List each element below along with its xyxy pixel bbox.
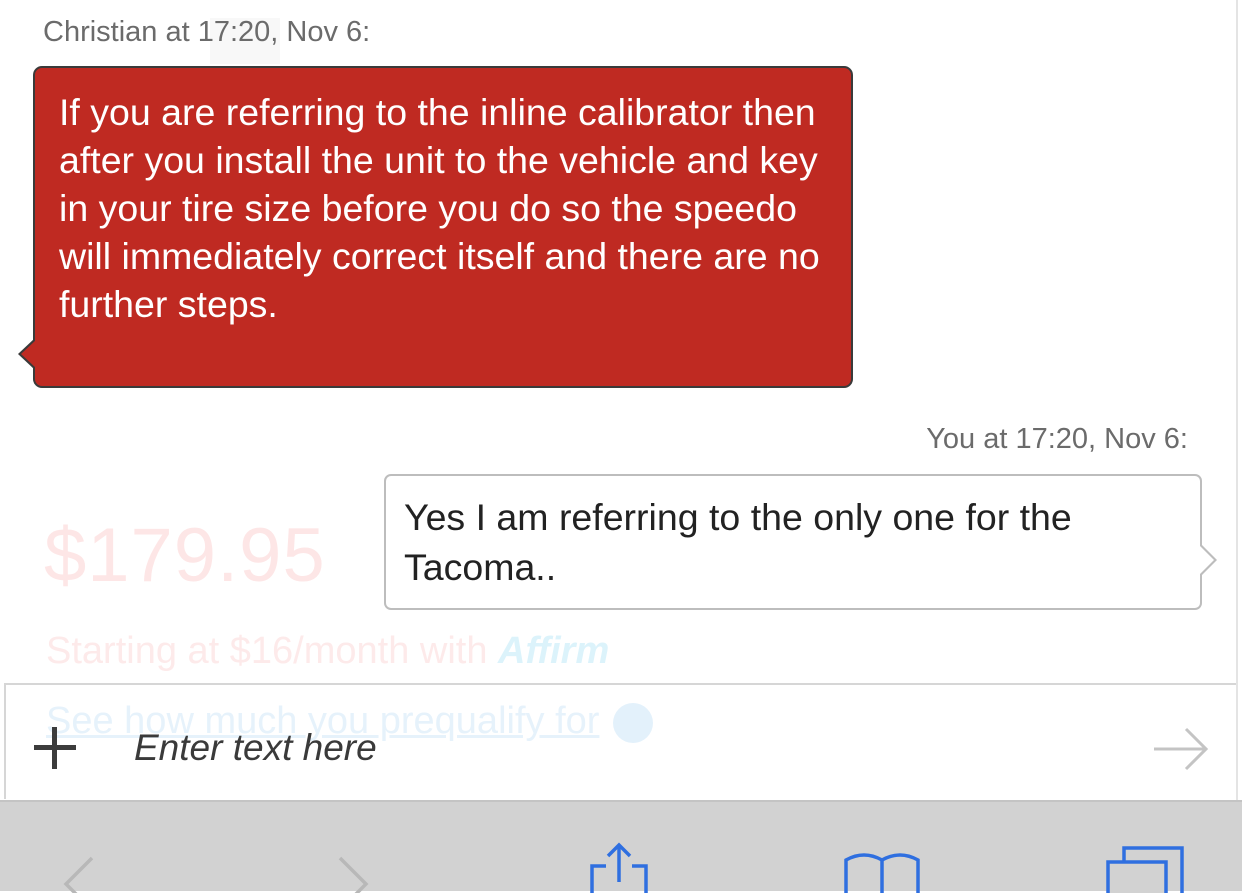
- arrow-right-icon[interactable]: [1150, 723, 1212, 775]
- user-message-bubble: Yes I am referring to the only one for t…: [384, 474, 1202, 610]
- tabs-icon[interactable]: [1104, 846, 1188, 893]
- plus-icon[interactable]: [32, 725, 78, 771]
- agent-message-header: Christian at 17:20, Nov 6:: [43, 16, 371, 48]
- user-bubble-tail-fill: [1199, 545, 1214, 575]
- chevron-left-icon[interactable]: [58, 856, 98, 893]
- message-input[interactable]: [130, 719, 1114, 777]
- agent-bubble-tail-fill: [21, 340, 36, 368]
- agent-message-bubble: If you are referring to the inline calib…: [33, 66, 853, 388]
- chat-panel: Christian at 17:20, Nov 6: If you are re…: [0, 0, 1238, 800]
- message-input-bar: [4, 683, 1236, 799]
- user-message-header: You at 17:20, Nov 6:: [926, 423, 1188, 455]
- share-icon[interactable]: [586, 842, 652, 893]
- browser-toolbar: [0, 800, 1242, 893]
- chevron-right-icon[interactable]: [334, 856, 374, 893]
- book-icon[interactable]: [840, 850, 924, 893]
